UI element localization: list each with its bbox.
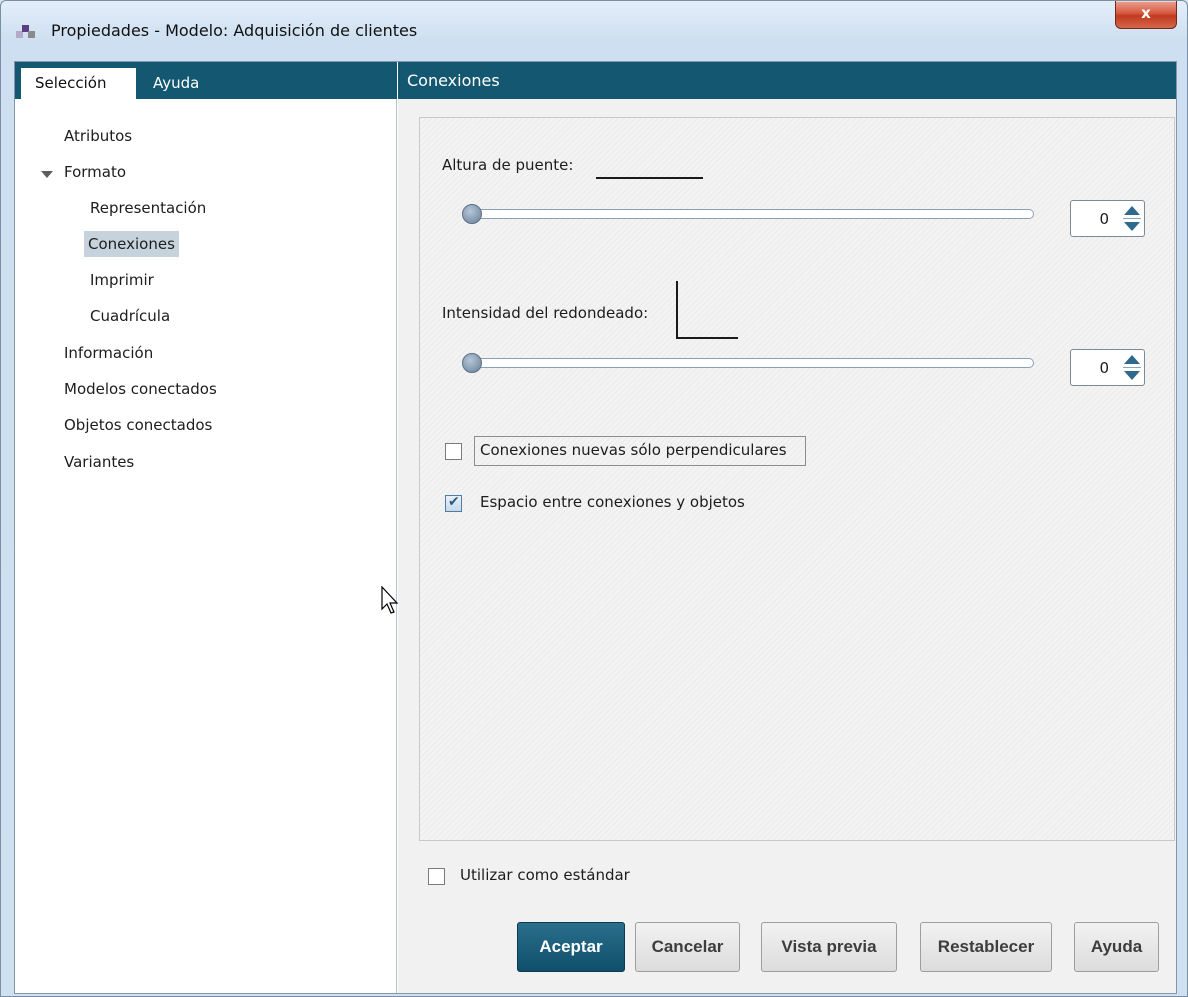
tree-item-informacion[interactable]: Información (60, 340, 157, 366)
bridge-height-label: Altura de puente: (442, 156, 574, 174)
perpendicular-label[interactable]: Conexiones nuevas sólo perpendiculares (480, 441, 787, 459)
bridge-height-slider-thumb[interactable] (462, 204, 482, 224)
rounding-intensity-slider[interactable] (466, 358, 1034, 368)
connections-settings-box: Altura de puente: 0 Intensidad del redon… (419, 117, 1175, 841)
bridge-height-spinner[interactable]: 0 (1070, 200, 1145, 237)
nav-tabs: Selección Ayuda (15, 62, 397, 99)
use-as-standard-checkbox[interactable] (428, 868, 445, 885)
tree-item-representacion[interactable]: Representación (86, 195, 210, 221)
reset-button[interactable]: Restablecer (920, 922, 1052, 972)
bridge-preview-line (596, 177, 703, 179)
tree-item-atributos[interactable]: Atributos (60, 123, 136, 149)
close-icon: x (1141, 4, 1151, 22)
preview-button[interactable]: Vista previa (761, 922, 897, 972)
tree-item-cuadricula[interactable]: Cuadrícula (86, 303, 174, 329)
app-icon (16, 25, 38, 39)
help-button[interactable]: Ayuda (1074, 922, 1159, 972)
settings-pane: Conexiones Altura de puente: 0 Intensida… (398, 62, 1176, 993)
decrement-icon[interactable] (1124, 222, 1140, 231)
mouse-cursor-icon (381, 586, 399, 614)
title-bar[interactable]: Propiedades - Modelo: Adquisición de cli… (1, 1, 1187, 61)
increment-icon[interactable] (1124, 206, 1140, 215)
rounding-intensity-label: Intensidad del redondeado: (442, 304, 649, 322)
tab-ayuda[interactable]: Ayuda (139, 68, 213, 99)
spacing-checkbox[interactable]: ✔ (445, 494, 462, 512)
close-button[interactable]: x (1115, 1, 1177, 29)
bridge-height-slider[interactable] (466, 209, 1034, 219)
tab-seleccion[interactable]: Selección (21, 68, 136, 99)
rounding-preview-horizontal (676, 337, 738, 339)
dialog-client-area: Selección Ayuda Atributos Formato Repres… (14, 61, 1177, 994)
cancel-button[interactable]: Cancelar (635, 922, 740, 972)
tree-item-variantes[interactable]: Variantes (60, 449, 138, 475)
panel-title: Conexiones (398, 62, 1176, 99)
rounding-intensity-spinner[interactable]: 0 (1070, 349, 1145, 386)
decrement-icon[interactable] (1124, 371, 1140, 380)
accept-button[interactable]: Aceptar (517, 922, 625, 972)
properties-dialog: Propiedades - Modelo: Adquisición de cli… (0, 0, 1188, 997)
spacing-label[interactable]: Espacio entre conexiones y objetos (480, 493, 745, 511)
chevron-down-icon[interactable] (41, 171, 53, 178)
tree-item-conexiones[interactable]: Conexiones (84, 231, 179, 257)
navigation-pane: Selección Ayuda Atributos Formato Repres… (15, 62, 397, 993)
increment-icon[interactable] (1124, 355, 1140, 364)
tree-item-modelos-conectados[interactable]: Modelos conectados (60, 376, 221, 402)
window-title: Propiedades - Modelo: Adquisición de cli… (51, 21, 418, 40)
tree-item-formato[interactable]: Formato (60, 159, 130, 185)
tree-item-objetos-conectados[interactable]: Objetos conectados (60, 412, 216, 438)
perpendicular-checkbox[interactable] (445, 443, 462, 460)
tree-item-imprimir[interactable]: Imprimir (86, 267, 158, 293)
bridge-height-value[interactable]: 0 (1099, 210, 1109, 228)
checkmark-icon: ✔ (448, 494, 460, 510)
use-as-standard-label[interactable]: Utilizar como estándar (460, 866, 630, 884)
spinner-divider (1123, 218, 1141, 219)
rounding-intensity-value[interactable]: 0 (1099, 359, 1109, 377)
rounding-intensity-slider-thumb[interactable] (462, 353, 482, 373)
spinner-divider (1123, 367, 1141, 368)
rounding-preview-vertical (676, 281, 678, 339)
